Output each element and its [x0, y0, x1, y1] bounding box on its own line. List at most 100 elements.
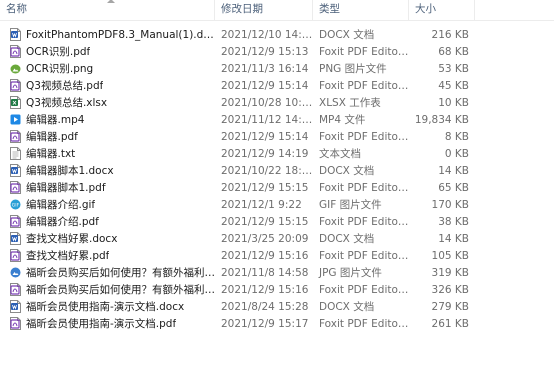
file-modified-date: 2021/12/9 15:16	[221, 283, 309, 296]
file-type: DOCX 文档	[319, 29, 375, 41]
file-size: 14 KB	[438, 164, 469, 177]
file-type: Foxit PDF Editor ...	[319, 130, 409, 143]
file-name-cell[interactable]: 编辑器介绍.pdf	[0, 214, 215, 229]
docx-icon	[10, 28, 21, 41]
file-name: 编辑器.txt	[26, 148, 76, 160]
file-row[interactable]: FoxitPhantomPDF8.3_Manual(1).docx 2021/12…	[0, 26, 554, 43]
pdf-icon	[10, 79, 21, 92]
file-row[interactable]: GIF 编辑器介绍.gif 2021/12/1 9:22 GIF 图片文件 170 KB	[0, 196, 554, 213]
file-name: 查找文档好累.docx	[26, 233, 118, 245]
file-modified-date: 2021/11/12 14:34	[221, 113, 313, 126]
file-row[interactable]: 编辑器脚本1.docx 2021/10/22 18:07 DOCX 文档 14 KB	[0, 162, 554, 179]
file-name-cell[interactable]: OCR识别.pdf	[0, 44, 215, 59]
pdf-icon	[10, 130, 21, 143]
file-row[interactable]: 福昕会员购买后如何使用？有额外福利吗... 2021/11/8 14:58 JPG …	[0, 264, 554, 281]
file-size: 0 KB	[444, 147, 469, 160]
jpg-icon	[10, 266, 21, 279]
file-row[interactable]: 福昕会员使用指南-演示文档.pdf 2021/12/9 15:17 Foxit PD…	[0, 315, 554, 332]
pdf-icon	[10, 249, 21, 262]
svg-text:GIF: GIF	[12, 202, 20, 208]
file-row[interactable]: OCR识别.pdf 2021/12/9 15:13 Foxit PDF Editor…	[0, 43, 554, 60]
column-header-type[interactable]: 类型	[313, 0, 409, 20]
mp4-icon	[10, 113, 21, 126]
pdf-icon	[10, 283, 21, 296]
column-header-size[interactable]: 大小	[409, 0, 475, 20]
file-list: FoxitPhantomPDF8.3_Manual(1).docx 2021/12…	[0, 21, 554, 332]
file-row[interactable]: OCR识别.png 2021/11/3 16:14 PNG 图片文件 53 KB	[0, 60, 554, 77]
txt-icon	[10, 147, 21, 160]
file-size: 279 KB	[431, 300, 469, 313]
file-name-cell[interactable]: FoxitPhantomPDF8.3_Manual(1).docx	[0, 28, 215, 41]
file-type: GIF 图片文件	[319, 199, 382, 211]
file-modified-date: 2021/12/10 14:29	[221, 28, 313, 41]
file-size: 65 KB	[438, 181, 469, 194]
file-name-cell[interactable]: 福昕会员使用指南-演示文档.docx	[0, 299, 215, 314]
file-name-cell[interactable]: OCR识别.png	[0, 61, 215, 76]
file-row[interactable]: Q3视频总结.xlsx 2021/10/28 10:09 XLSX 工作表 10 KB	[0, 94, 554, 111]
docx-icon	[10, 300, 21, 313]
pdf-icon	[10, 45, 21, 58]
file-name: 编辑器介绍.pdf	[26, 216, 99, 228]
file-size: 45 KB	[438, 79, 469, 92]
file-row[interactable]: 编辑器.mp4 2021/11/12 14:34 MP4 文件 19,834 KB	[0, 111, 554, 128]
file-row[interactable]: 编辑器.pdf 2021/12/9 15:14 Foxit PDF Editor .…	[0, 128, 554, 145]
file-name-cell[interactable]: 编辑器脚本1.docx	[0, 163, 215, 178]
file-modified-date: 2021/12/9 15:17	[221, 317, 309, 330]
file-size: 14 KB	[438, 232, 469, 245]
file-size: 216 KB	[431, 28, 469, 41]
file-name-cell[interactable]: 编辑器.pdf	[0, 129, 215, 144]
file-size: 319 KB	[431, 266, 469, 279]
xlsx-icon	[10, 96, 21, 109]
file-row[interactable]: Q3视频总结.pdf 2021/12/9 15:14 Foxit PDF Edito…	[0, 77, 554, 94]
file-type: Foxit PDF Editor ...	[319, 317, 409, 330]
file-name-cell[interactable]: Q3视频总结.xlsx	[0, 95, 215, 110]
png-icon	[10, 62, 21, 75]
file-name-cell[interactable]: GIF 编辑器介绍.gif	[0, 197, 215, 212]
file-modified-date: 2021/12/9 15:15	[221, 181, 309, 194]
file-type: Foxit PDF Editor ...	[319, 283, 409, 296]
file-size: 53 KB	[438, 62, 469, 75]
file-type: 文本文档	[319, 148, 361, 160]
file-row[interactable]: 查找文档好累.pdf 2021/12/9 15:16 Foxit PDF Edito…	[0, 247, 554, 264]
file-size: 105 KB	[431, 249, 469, 262]
file-name-cell[interactable]: 福昕会员购买后如何使用？有额外福利吗...	[0, 265, 215, 280]
file-name-cell[interactable]: 福昕会员购买后如何使用？有额外福利吗...	[0, 282, 215, 297]
file-name: 福昕会员使用指南-演示文档.pdf	[26, 318, 177, 330]
file-type: MP4 文件	[319, 114, 366, 126]
file-name: 编辑器脚本1.docx	[26, 165, 114, 177]
file-name-cell[interactable]: 查找文档好累.pdf	[0, 248, 215, 263]
file-size: 170 KB	[431, 198, 469, 211]
file-size: 68 KB	[438, 45, 469, 58]
pdf-icon	[10, 317, 21, 330]
file-modified-date: 2021/12/1 9:22	[221, 198, 302, 211]
pdf-icon	[10, 181, 21, 194]
file-row[interactable]: 编辑器介绍.pdf 2021/12/9 15:15 Foxit PDF Editor…	[0, 213, 554, 230]
file-modified-date: 2021/12/9 15:13	[221, 45, 309, 58]
file-size: 326 KB	[431, 283, 469, 296]
column-header-date[interactable]: 修改日期	[215, 0, 313, 20]
file-type: Foxit PDF Editor ...	[319, 215, 409, 228]
file-size: 8 KB	[444, 130, 469, 143]
file-type: DOCX 文档	[319, 301, 375, 313]
column-header-name[interactable]: 名称	[0, 0, 215, 20]
file-name: 福昕会员使用指南-演示文档.docx	[26, 301, 185, 313]
file-name: 编辑器脚本1.pdf	[26, 182, 106, 194]
file-name: 编辑器.pdf	[26, 131, 78, 143]
file-name-cell[interactable]: 查找文档好累.docx	[0, 231, 215, 246]
file-type: DOCX 文档	[319, 233, 375, 245]
file-name: 查找文档好累.pdf	[26, 250, 110, 262]
file-name-cell[interactable]: 编辑器脚本1.pdf	[0, 180, 215, 195]
file-row[interactable]: 福昕会员使用指南-演示文档.docx 2021/8/24 15:28 DOCX 文档…	[0, 298, 554, 315]
file-row[interactable]: 编辑器脚本1.pdf 2021/12/9 15:15 Foxit PDF Edito…	[0, 179, 554, 196]
file-name: 编辑器.mp4	[26, 114, 85, 126]
file-name-cell[interactable]: 编辑器.txt	[0, 146, 215, 161]
file-name: OCR识别.pdf	[26, 46, 91, 58]
file-row[interactable]: 福昕会员购买后如何使用？有额外福利吗... 2021/12/9 15:16 Foxi…	[0, 281, 554, 298]
file-type: Foxit PDF Editor ...	[319, 45, 409, 58]
file-row[interactable]: 查找文档好累.docx 2021/3/25 20:09 DOCX 文档 14 KB	[0, 230, 554, 247]
file-name-cell[interactable]: 福昕会员使用指南-演示文档.pdf	[0, 316, 215, 331]
file-modified-date: 2021/12/9 14:19	[221, 147, 309, 160]
file-name-cell[interactable]: Q3视频总结.pdf	[0, 78, 215, 93]
file-name-cell[interactable]: 编辑器.mp4	[0, 112, 215, 127]
file-row[interactable]: 编辑器.txt 2021/12/9 14:19 文本文档 0 KB	[0, 145, 554, 162]
